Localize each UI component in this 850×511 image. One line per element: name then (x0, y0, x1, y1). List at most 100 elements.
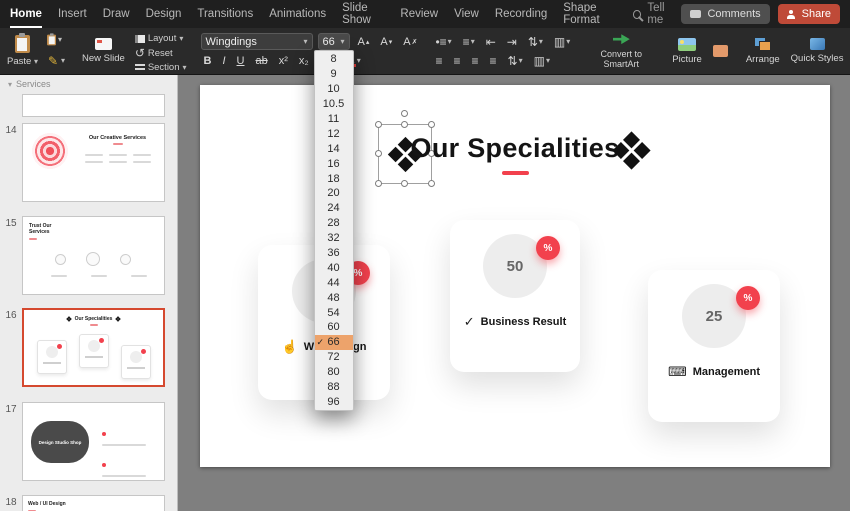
slide-thumbnail-17[interactable]: Design Studio Shop (22, 402, 165, 481)
font-size-option-16[interactable]: 16 (315, 156, 353, 171)
justify-button[interactable]: ≡ (487, 53, 500, 69)
font-size-option-10[interactable]: 10 (315, 82, 353, 97)
slide-thumbnail-15[interactable]: Trust Our Services (22, 216, 165, 295)
slide-title[interactable]: Our Specialities (200, 133, 830, 164)
clipboard-group: Paste ▾ ▾ ✎ ▾ (4, 30, 67, 72)
menu-item-recording[interactable]: Recording (495, 0, 547, 28)
font-size-option-48[interactable]: 48 (315, 290, 353, 305)
strikethrough-button[interactable]: ab (252, 54, 270, 68)
new-slide-button[interactable]: New Slide (79, 30, 128, 72)
percent-badge: % (536, 236, 560, 260)
font-size-option-8[interactable]: 8 (315, 52, 353, 67)
underline-button[interactable]: U (234, 54, 248, 68)
paste-special-button[interactable]: ▾ (46, 32, 67, 46)
font-size-option-72[interactable]: 72 (315, 350, 353, 365)
format-painter-button[interactable]: ✎ ▾ (46, 53, 67, 69)
line-spacing-button[interactable]: ⇅ ▾ (525, 34, 546, 50)
picture-button[interactable]: Picture (669, 30, 705, 72)
italic-button[interactable]: I (219, 54, 228, 68)
decrease-font-size-button[interactable]: A ▾ (377, 35, 395, 49)
placeholder-button[interactable] (710, 30, 731, 72)
card-business-result[interactable]: 50 % ✓ Business Result (450, 220, 580, 372)
paste-button[interactable]: Paste ▾ (4, 30, 41, 72)
clear-formatting-button[interactable]: A ✗ (400, 35, 420, 49)
align-left-icon: ≡ (435, 53, 443, 68)
align-left-button[interactable]: ≡ (432, 53, 445, 69)
font-size-option-18[interactable]: 18 (315, 171, 353, 186)
font-size-combo[interactable]: 66 ▾ 8 9 10 10.5 11 12 14 16 18 20 24 28 32 36 40 44 48 5… (313, 33, 354, 412)
font-size-option-28[interactable]: 28 (315, 216, 353, 231)
menu-item-home[interactable]: Home (10, 0, 42, 28)
font-size-option-80[interactable]: 80 (315, 365, 353, 380)
text-direction-button[interactable]: ⇅ ▾ (505, 53, 526, 69)
bullets-button[interactable]: •≡ ▾ (432, 34, 454, 50)
font-size-option-20[interactable]: 20 (315, 186, 353, 201)
font-size-option-60[interactable]: 60 (315, 320, 353, 335)
font-size-option-66[interactable]: ✓ 66 (314, 334, 353, 350)
share-button[interactable]: Share (777, 4, 840, 24)
font-size-option-14[interactable]: 14 (315, 141, 353, 156)
section-button[interactable]: Section ▾ (133, 61, 189, 74)
resize-handle-s[interactable] (401, 180, 408, 187)
tell-me-search[interactable]: Tell me (632, 2, 682, 26)
rotate-handle[interactable] (401, 110, 408, 117)
comments-button[interactable]: Comments (681, 4, 770, 24)
font-name-combo[interactable]: Wingdings ▾ (200, 33, 313, 50)
slide-thumbnail-14[interactable]: Our Creative Services (22, 123, 165, 202)
menu-item-review[interactable]: Review (400, 0, 438, 28)
section-header-services[interactable]: ▾ Services (0, 75, 177, 93)
layout-button[interactable]: Layout ▾ (133, 32, 189, 45)
increase-indent-button[interactable]: ⇥ (504, 34, 520, 50)
slide-thumbnail-18[interactable]: Web / UI Design (22, 495, 165, 511)
font-size-option-9[interactable]: 9 (315, 67, 353, 82)
menu-item-design[interactable]: Design (146, 0, 182, 28)
share-person-icon (787, 9, 796, 19)
resize-handle-sw[interactable] (375, 180, 382, 187)
menu-item-insert[interactable]: Insert (58, 0, 87, 28)
slide-thumbnail-partial[interactable] (22, 94, 165, 117)
quick-styles-button[interactable]: Quick Styles (788, 30, 847, 72)
numbering-button[interactable]: ≡ ▾ (460, 34, 478, 50)
menu-item-animations[interactable]: Animations (269, 0, 326, 28)
font-size-option-32[interactable]: 32 (315, 231, 353, 246)
columns-button[interactable]: ▥ ▾ (551, 34, 573, 50)
resize-handle-nw[interactable] (375, 121, 382, 128)
reset-button[interactable]: ↺ Reset (133, 45, 189, 61)
chevron-down-icon: ▾ (340, 37, 345, 46)
superscript-button[interactable]: x² (276, 54, 291, 68)
font-size-option-44[interactable]: 44 (315, 275, 353, 290)
menu-item-transitions[interactable]: Transitions (197, 0, 253, 28)
menu-item-slide-show[interactable]: Slide Show (342, 0, 384, 28)
font-size-option-96[interactable]: 96 (315, 394, 353, 409)
resize-handle-n[interactable] (401, 121, 408, 128)
font-size-option-11[interactable]: 11 (315, 112, 353, 127)
slide-editor[interactable]: Our Specialities % ☝ Web Design 50 % ✓ B… (200, 85, 830, 467)
slide-thumbnail-16-selected[interactable]: Our Specialities (22, 308, 165, 387)
font-size-option-10.5[interactable]: 10.5 (315, 97, 353, 112)
font-size-option-24[interactable]: 24 (315, 201, 353, 216)
font-size-option-36[interactable]: 36 (315, 246, 353, 261)
font-size-option-40[interactable]: 40 (315, 260, 353, 275)
font-size-option-54[interactable]: 54 (315, 305, 353, 320)
align-center-button[interactable]: ≡ (450, 53, 463, 69)
decrease-indent-button[interactable]: ⇤ (483, 34, 499, 50)
slide-number: 18 (5, 497, 17, 508)
arrange-button[interactable]: Arrange (743, 30, 783, 72)
subscript-button[interactable]: x₂ (296, 54, 312, 68)
paste-clipboard-icon (14, 33, 30, 53)
menu-item-draw[interactable]: Draw (103, 0, 130, 28)
font-size-option-88[interactable]: 88 (315, 380, 353, 395)
menu-item-shape-format[interactable]: Shape Format (563, 0, 617, 28)
convert-smartart-button[interactable]: Convert to SmartArt (585, 30, 657, 72)
card-management[interactable]: 25 % ⌨ Management (648, 270, 780, 422)
percent-badge: % (736, 286, 760, 310)
align-text-button[interactable]: ▥ ▾ (531, 53, 553, 69)
align-right-button[interactable]: ≡ (468, 53, 481, 69)
arrange-group: Arrange Quick Styles ▾ (743, 30, 850, 72)
resize-handle-se[interactable] (428, 180, 435, 187)
increase-font-size-button[interactable]: A ▴ (355, 35, 373, 49)
menu-item-view[interactable]: View (454, 0, 479, 28)
resize-handle-ne[interactable] (428, 121, 435, 128)
bold-button[interactable]: B (201, 54, 215, 68)
font-size-option-12[interactable]: 12 (315, 126, 353, 141)
